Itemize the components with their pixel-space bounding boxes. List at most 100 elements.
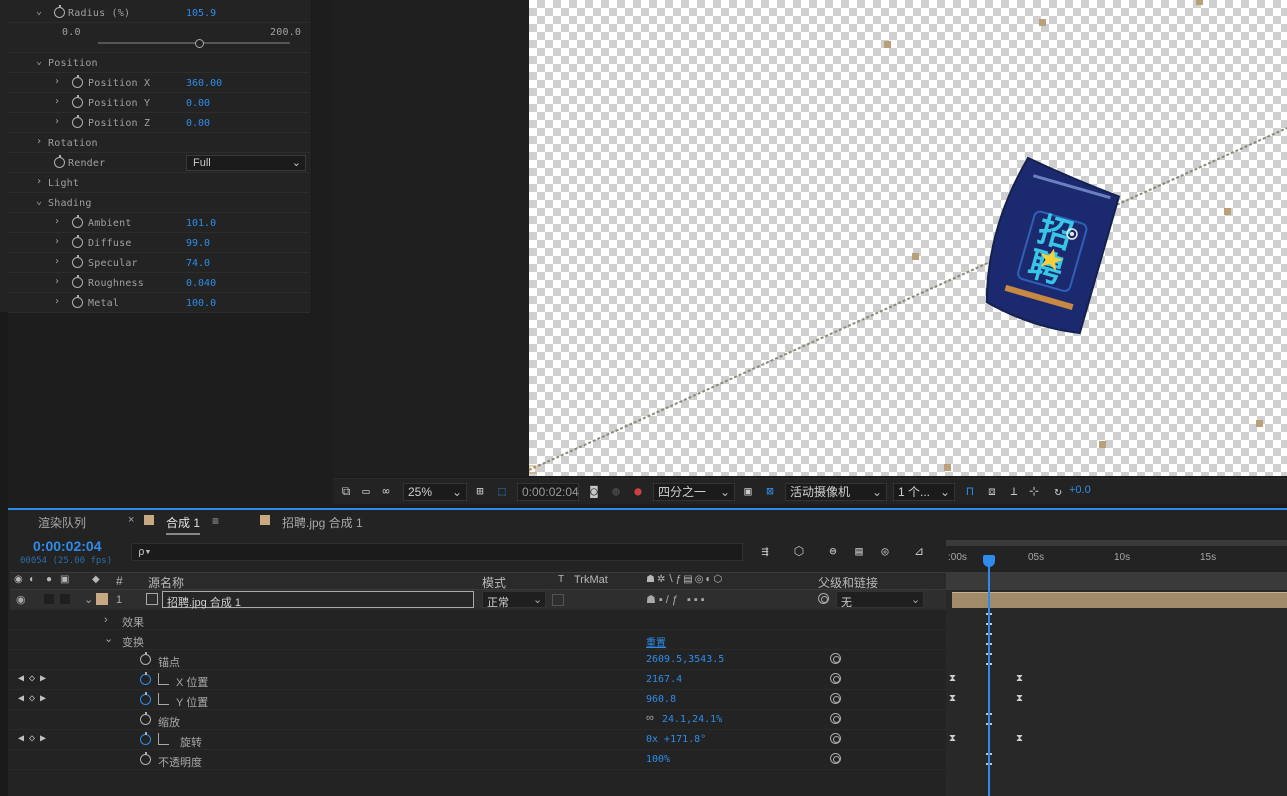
toggle-pixel-icon[interactable]: ⊓ — [963, 484, 977, 498]
stopwatch-icon[interactable] — [140, 712, 151, 725]
draft-3d-icon[interactable]: ⬡ — [792, 544, 806, 558]
scale-value[interactable]: 24.1,24.1% — [662, 714, 722, 725]
layer-search-input[interactable]: ρ▾ — [131, 543, 743, 561]
graph-icon[interactable] — [158, 733, 169, 745]
views-select[interactable]: 1 个... ⌄ — [893, 483, 955, 501]
graph-icon[interactable] — [158, 673, 169, 685]
work-area-bar[interactable] — [946, 540, 1287, 546]
fit-icon[interactable]: ⊞ — [473, 484, 487, 498]
keyframe[interactable]: ⧗ — [1016, 694, 1024, 704]
keyframe[interactable]: ⧗ — [949, 674, 957, 684]
monitor-icon[interactable]: ▭ — [359, 484, 373, 498]
layer-switches[interactable]: ☗▪/ƒ ▪▪▪ — [646, 593, 708, 606]
y-position-value[interactable]: 960.8 — [646, 694, 676, 705]
tab-close-icon[interactable]: × — [128, 514, 134, 526]
render-select[interactable]: Full ⌄ — [186, 155, 306, 171]
graph-editor-icon[interactable]: ⊿ — [912, 544, 926, 558]
expression-pickwhip-icon[interactable] — [830, 693, 841, 704]
expression-pickwhip-icon[interactable] — [830, 713, 841, 724]
chevron-right-icon[interactable]: › — [104, 614, 108, 626]
audio-icon[interactable]: ◖ — [28, 574, 34, 585]
cylinder-layer[interactable]: 招 聘 — [975, 155, 1122, 336]
stopwatch-icon[interactable] — [72, 235, 83, 248]
frame-blending-icon[interactable]: ▤ — [852, 544, 866, 558]
diffuse-value[interactable]: 99.0 — [186, 238, 210, 249]
tab-render-queue[interactable]: 渲染队列 — [38, 514, 86, 531]
snapshot-icon[interactable]: ◍ — [609, 484, 623, 498]
always-preview-icon[interactable]: ⧉ — [339, 484, 353, 498]
graph-icon[interactable] — [158, 693, 169, 705]
stopwatch-icon[interactable] — [140, 652, 151, 665]
radius-slider-knob[interactable] — [194, 39, 204, 48]
chevron-right-icon[interactable]: › — [54, 236, 60, 247]
chevron-down-icon[interactable]: ⌄ — [36, 56, 42, 67]
roughness-value[interactable]: 0.040 — [186, 278, 216, 289]
stopwatch-icon[interactable] — [54, 155, 65, 168]
lock-toggle[interactable] — [60, 594, 70, 604]
mask-visibility-icon[interactable]: ⬚ — [495, 484, 509, 498]
time-ruler[interactable]: :00s 05s 10s 15s — [946, 540, 1287, 572]
reset-link[interactable]: 重置 — [646, 634, 666, 649]
chevron-right-icon[interactable]: › — [54, 116, 60, 127]
chevron-right-icon[interactable]: › — [54, 96, 60, 107]
expression-pickwhip-icon[interactable] — [830, 733, 841, 744]
resolution-select[interactable]: 四分之一 ⌄ — [653, 483, 735, 501]
link-icon[interactable]: ∞ — [646, 712, 654, 724]
current-time-indicator[interactable] — [988, 556, 990, 796]
stopwatch-icon[interactable] — [140, 752, 151, 765]
region-icon[interactable]: ▣ — [741, 484, 755, 498]
trkmat-toggle[interactable] — [552, 594, 564, 606]
parent-select[interactable]: 无 ⌄ — [836, 591, 924, 609]
column-source-name[interactable]: 源名称 — [148, 574, 184, 591]
reset-exposure-icon[interactable]: ↻ — [1051, 484, 1065, 498]
keyframe[interactable]: ⧗ — [949, 734, 957, 744]
shy-layers-icon[interactable]: ⊜ — [826, 544, 840, 558]
chevron-down-icon[interactable]: ⌄ — [36, 196, 42, 207]
x-position-value[interactable]: 2167.4 — [646, 674, 682, 685]
keyframe[interactable]: ⧗ — [1016, 674, 1024, 684]
eye-icon[interactable]: ◉ — [14, 574, 23, 585]
blend-mode-select[interactable]: 正常 ⌄ — [482, 591, 546, 609]
position-group-row[interactable]: ⌄ Position — [8, 53, 310, 73]
timeline-timecode[interactable]: 0:00:02:04 — [33, 538, 102, 554]
opacity-value[interactable]: 100% — [646, 754, 670, 765]
chevron-right-icon[interactable]: › — [36, 176, 42, 187]
eye-icon[interactable]: ◉ — [16, 593, 26, 606]
metal-value[interactable]: 100.0 — [186, 298, 216, 309]
chevron-down-icon[interactable]: ⌄ — [104, 632, 113, 645]
chevron-right-icon[interactable]: › — [54, 296, 60, 307]
stopwatch-icon[interactable] — [54, 5, 65, 18]
expression-pickwhip-icon[interactable] — [830, 653, 841, 664]
chevron-down-icon[interactable]: ⌄ — [36, 6, 42, 17]
stopwatch-icon[interactable] — [72, 115, 83, 128]
layer-row[interactable]: ◉ ⌄ 1 招聘.jpg 合成 1 正常 ⌄ ☗▪/ƒ ▪▪▪ 无 ⌄ — [10, 590, 946, 610]
camera-icon[interactable]: ◙ — [587, 484, 601, 498]
stopwatch-icon[interactable] — [140, 672, 151, 685]
expression-pickwhip-icon[interactable] — [830, 673, 841, 684]
stopwatch-icon[interactable] — [140, 692, 151, 705]
chevron-right-icon[interactable]: › — [54, 276, 60, 287]
layer-duration-bar[interactable] — [952, 592, 1287, 608]
position-z-value[interactable]: 0.00 — [186, 118, 210, 129]
anchor-value[interactable]: 2609.5,3543.5 — [646, 654, 724, 665]
transparency-grid-icon[interactable]: ⊠ — [763, 484, 777, 498]
radius-value[interactable]: 105.9 — [186, 8, 216, 19]
vr-icon[interactable]: ∞ — [379, 484, 393, 498]
keyframe-navigator[interactable]: ◀◇▶ — [18, 693, 51, 704]
ambient-value[interactable]: 101.0 — [186, 218, 216, 229]
timeline-navigator[interactable] — [946, 572, 1287, 590]
shading-group-row[interactable]: ⌄ Shading — [8, 193, 310, 213]
keyframe-navigator[interactable]: ◀◇▶ — [18, 733, 51, 744]
chevron-right-icon[interactable]: › — [36, 136, 42, 147]
motion-blur-icon[interactable]: ◎ — [878, 544, 892, 558]
chevron-down-icon[interactable]: ⌄ — [84, 593, 93, 606]
specular-value[interactable]: 74.0 — [186, 258, 210, 269]
fast-preview-icon[interactable]: ⧈ — [985, 484, 999, 498]
tab-other-comp[interactable]: 招聘.jpg 合成 1 — [282, 514, 363, 531]
current-time-indicator-head[interactable] — [983, 555, 995, 567]
pickwhip-icon[interactable] — [818, 593, 829, 604]
label-icon[interactable]: ◆ — [92, 574, 100, 585]
timeline-icon[interactable]: ⊥ — [1007, 484, 1021, 498]
lock-icon[interactable]: ▣ — [60, 574, 69, 585]
light-group-row[interactable]: › Light — [8, 173, 310, 193]
